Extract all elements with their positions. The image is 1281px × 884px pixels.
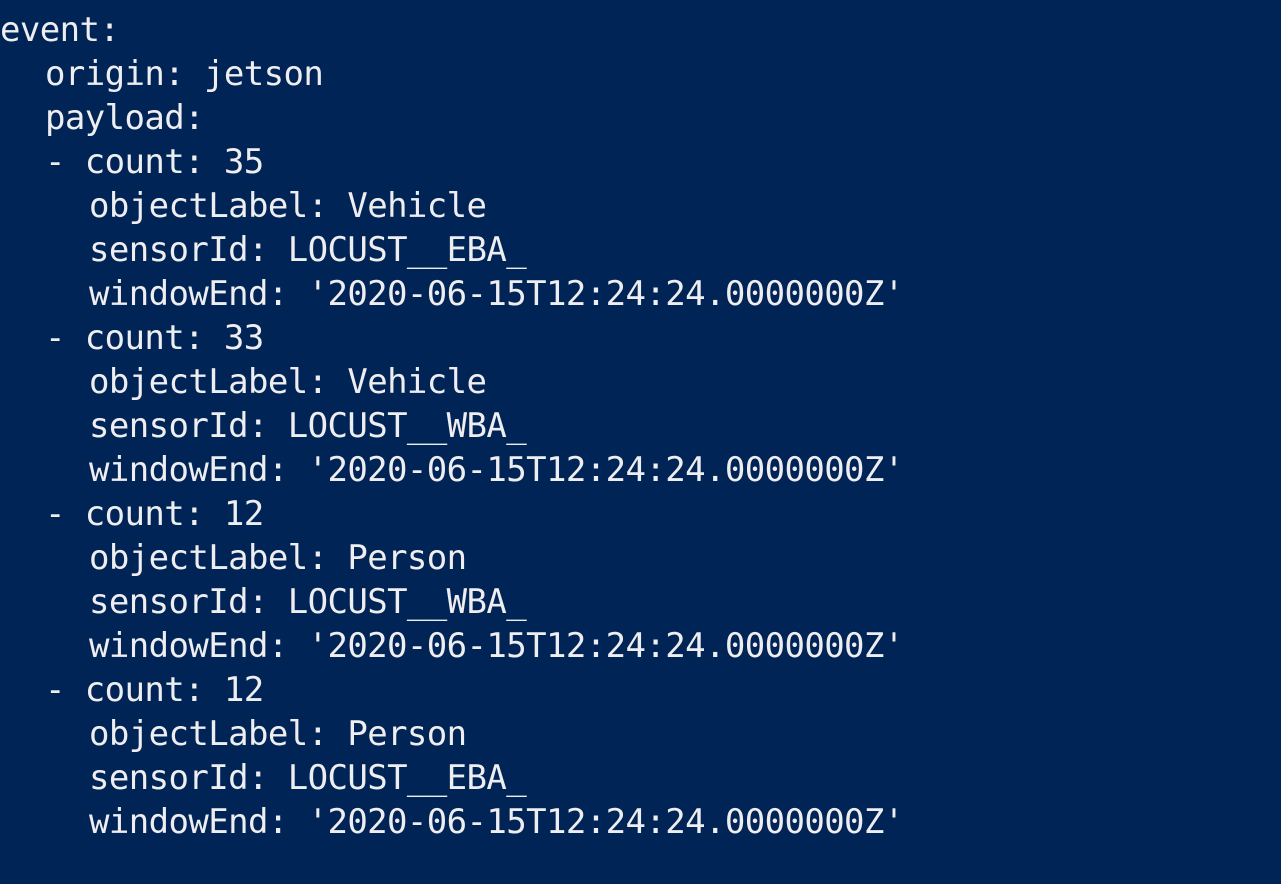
yaml-key: sensorId <box>89 582 249 622</box>
yaml-key: payload <box>45 98 185 138</box>
yaml-key: sensorId <box>89 758 249 798</box>
yaml-key: count <box>84 670 185 710</box>
yaml-key: windowEnd <box>89 274 268 314</box>
yaml-value: LOCUST__EBA_ <box>287 758 527 798</box>
yaml-value: LOCUST__EBA_ <box>287 230 527 270</box>
yaml-value: 12 <box>223 494 264 534</box>
yaml-key: objectLabel <box>89 538 308 578</box>
yaml-line-sensorid: sensorId: LOCUST__EBA_ <box>89 230 527 270</box>
yaml-line-objectlabel: objectLabel: Person <box>89 538 467 578</box>
yaml-key: count <box>84 142 185 182</box>
yaml-line-windowend: windowEnd: '2020-06-15T12:24:24.0000000Z… <box>89 450 905 490</box>
yaml-line-origin: origin: jetson <box>45 54 324 94</box>
yaml-line-count: - count: 35 <box>45 142 264 182</box>
yaml-value: Vehicle <box>347 362 487 402</box>
yaml-line-windowend: windowEnd: '2020-06-15T12:24:24.0000000Z… <box>89 274 905 314</box>
yaml-key: sensorId <box>89 230 249 270</box>
yaml-value: 33 <box>223 318 264 358</box>
yaml-key: count <box>84 494 185 534</box>
yaml-line-sensorid: sensorId: LOCUST__EBA_ <box>89 758 527 798</box>
yaml-key: sensorId <box>89 406 249 446</box>
yaml-value: Vehicle <box>347 186 487 226</box>
yaml-value: 12 <box>223 670 264 710</box>
yaml-key: objectLabel <box>89 714 308 754</box>
yaml-key: objectLabel <box>89 186 308 226</box>
yaml-line-windowend: windowEnd: '2020-06-15T12:24:24.0000000Z… <box>89 626 905 666</box>
terminal-output: event: origin: jetson payload: - count: … <box>0 0 1281 884</box>
yaml-key: count <box>84 318 185 358</box>
yaml-value: LOCUST__WBA_ <box>287 582 527 622</box>
yaml-value: '2020-06-15T12:24:24.0000000Z' <box>307 626 905 666</box>
yaml-value: Person <box>347 714 467 754</box>
yaml-line-count: - count: 33 <box>45 318 264 358</box>
yaml-key: objectLabel <box>89 362 308 402</box>
yaml-key: event <box>0 10 100 50</box>
yaml-line-windowend: windowEnd: '2020-06-15T12:24:24.0000000Z… <box>89 802 905 842</box>
yaml-line-event: event: <box>0 10 120 50</box>
yaml-key: origin <box>45 54 165 94</box>
yaml-line-count: - count: 12 <box>45 494 264 534</box>
yaml-value: '2020-06-15T12:24:24.0000000Z' <box>307 802 905 842</box>
yaml-key: windowEnd <box>89 450 268 490</box>
yaml-line-count: - count: 12 <box>45 670 264 710</box>
list-bullet: - <box>45 494 85 534</box>
yaml-value: Person <box>347 538 467 578</box>
list-bullet: - <box>45 670 85 710</box>
yaml-value: LOCUST__WBA_ <box>287 406 527 446</box>
yaml-value: 35 <box>223 142 264 182</box>
yaml-line-objectlabel: objectLabel: Person <box>89 714 467 754</box>
yaml-line-objectlabel: objectLabel: Vehicle <box>89 362 487 402</box>
yaml-line-payload: payload: <box>45 98 205 138</box>
yaml-key: windowEnd <box>89 626 268 666</box>
yaml-line-sensorid: sensorId: LOCUST__WBA_ <box>89 582 527 622</box>
list-bullet: - <box>45 318 85 358</box>
list-bullet: - <box>45 142 85 182</box>
yaml-line-objectlabel: objectLabel: Vehicle <box>89 186 487 226</box>
yaml-value: '2020-06-15T12:24:24.0000000Z' <box>307 450 905 490</box>
yaml-key: windowEnd <box>89 802 268 842</box>
yaml-value: '2020-06-15T12:24:24.0000000Z' <box>307 274 905 314</box>
yaml-line-sensorid: sensorId: LOCUST__WBA_ <box>89 406 527 446</box>
yaml-value: jetson <box>203 54 324 94</box>
